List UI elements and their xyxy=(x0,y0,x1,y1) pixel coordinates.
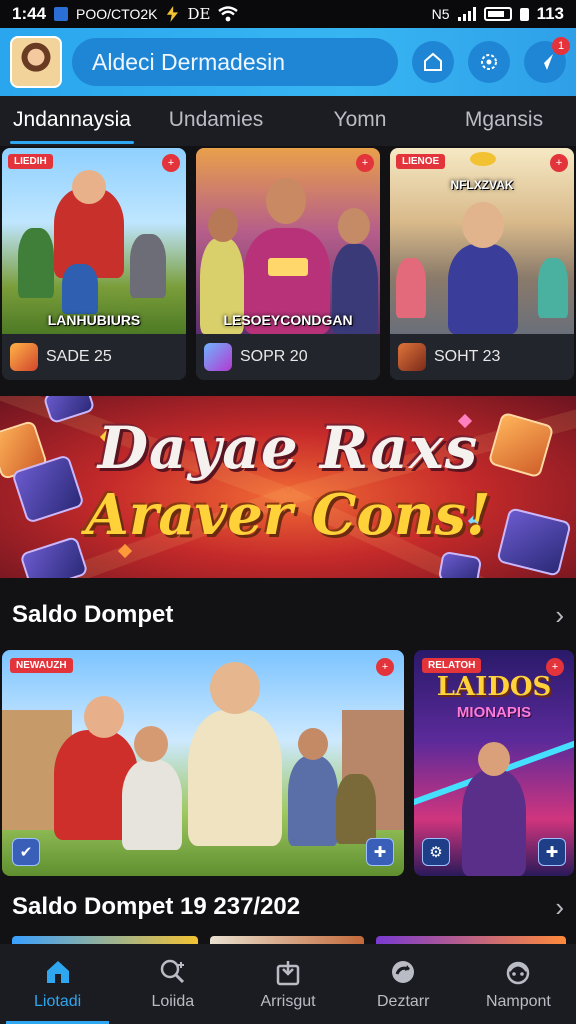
nav-item-bag[interactable]: Arrisgut xyxy=(230,944,345,1024)
featured-tag: RELATOH xyxy=(422,658,482,673)
bottom-nav: Liotadi Loiida Arrisgut Deztarr Nampont xyxy=(0,944,576,1024)
avatar[interactable] xyxy=(10,36,62,88)
banner-headline: Dayae Raxs xyxy=(97,414,479,482)
game-card[interactable]: LIENOE + NFLXZVAK SOHT 23 xyxy=(390,148,574,380)
plus-icon: + xyxy=(356,154,374,172)
status-network: N5 xyxy=(431,6,450,22)
nav-item-refresh[interactable]: Deztarr xyxy=(346,944,461,1024)
expand-button[interactable]: ✚ xyxy=(538,838,566,866)
nav-label: Arrisgut xyxy=(260,993,316,1010)
game-title: NFLXZVAK xyxy=(450,178,514,192)
featured-card[interactable]: RELATOH + LAIDOS MIONAPIS ⚙ ✚ xyxy=(414,650,574,876)
section-header[interactable]: Saldo Dompet 19 237/202 › xyxy=(0,882,576,932)
home-icon xyxy=(46,961,69,983)
home-outline-icon xyxy=(424,52,442,71)
game-art xyxy=(2,148,186,334)
game-footer: SOPR 20 xyxy=(196,334,380,380)
chevron-right-icon: › xyxy=(555,599,564,630)
status-time: 1:44 xyxy=(12,4,47,23)
game-title: LESOEYCONDGAN xyxy=(223,312,353,328)
nav-label: Liotadi xyxy=(34,993,82,1010)
home-button[interactable] xyxy=(412,41,454,83)
status-bar: 1:44 POO/CTO2K DE N5 113 xyxy=(0,0,576,28)
search-add-icon xyxy=(160,959,184,984)
featured-card[interactable]: NEWAUZH + ✔ ✚ xyxy=(2,650,404,876)
plus-icon: + xyxy=(550,154,568,172)
app-notification-icon xyxy=(54,7,69,21)
game-subtitle: SOPR 20 xyxy=(240,348,308,365)
search-text: Aldeci Dermadesin xyxy=(92,48,286,75)
chevron-right-icon: › xyxy=(555,891,564,922)
card-preview[interactable] xyxy=(210,936,364,944)
card-preview[interactable] xyxy=(376,936,566,944)
nav-label: Nampont xyxy=(485,993,551,1010)
status-extra: DE xyxy=(187,5,211,23)
featured-row: NEWAUZH + ✔ ✚ RELATOH + LAIDOS MIONAPIS … xyxy=(0,650,576,876)
game-tag: LIENOE xyxy=(396,154,446,169)
status-carrier: POO/CTO2K xyxy=(76,6,158,22)
section-title: Saldo Dompet xyxy=(12,601,174,628)
game-art xyxy=(196,148,380,334)
game-tag: LIEDIH xyxy=(8,154,53,169)
wifi-icon xyxy=(218,6,239,22)
nav-item-home[interactable]: Liotadi xyxy=(0,944,115,1024)
plus-icon: + xyxy=(162,154,180,172)
promo-banner[interactable]: Dayae Raxs Araver Cons! xyxy=(0,396,576,578)
game-thumbnail-icon xyxy=(10,343,38,371)
nav-item-search[interactable]: Loiida xyxy=(115,944,230,1024)
section-title: Saldo Dompet 19 237/202 xyxy=(12,893,301,920)
game-thumbnail-icon xyxy=(204,343,232,371)
expand-button[interactable]: ✚ xyxy=(366,838,394,866)
nav-label: Loiida xyxy=(151,993,195,1010)
bolt-icon xyxy=(166,6,179,22)
section-header[interactable]: Saldo Dompet › xyxy=(0,590,576,640)
sim-icon xyxy=(519,7,529,21)
battery-icon xyxy=(483,7,512,21)
search-input[interactable]: Aldeci Dermadesin xyxy=(72,38,398,86)
gear-icon xyxy=(481,54,497,70)
game-art xyxy=(390,148,574,334)
settings-button[interactable] xyxy=(468,41,510,83)
game-footer: SOHT 23 xyxy=(390,334,574,380)
notifications-button[interactable]: 1 xyxy=(524,37,570,83)
refresh-icon xyxy=(392,961,415,983)
game-card[interactable]: + LESOEYCONDGAN SOPR 20 xyxy=(196,148,380,380)
tab-jndannaysia[interactable]: Jndannaysia xyxy=(0,96,144,146)
app-header: Aldeci Dermadesin 1 xyxy=(0,28,576,96)
nav-item-support[interactable]: Nampont xyxy=(461,944,576,1024)
game-cards-row: LIEDIH + LANHUBIURS SADE 25 + LESOEYCOND… xyxy=(0,148,576,380)
featured-subtitle: MIONAPIS xyxy=(456,704,532,721)
tab-mgansis[interactable]: Mgansis xyxy=(432,96,576,146)
game-thumbnail-icon xyxy=(398,343,426,371)
bag-icon xyxy=(276,961,300,986)
game-title: LANHUBIURS xyxy=(47,312,141,328)
status-battery-level: 113 xyxy=(536,4,564,23)
card-preview[interactable] xyxy=(12,936,198,944)
game-footer: SADE 25 xyxy=(2,334,186,380)
category-tabs: Jndannaysia Undamies Yomn Mgansis xyxy=(0,96,576,146)
bookmark-button[interactable]: ✔ xyxy=(12,838,40,866)
featured-title: LAIDOS xyxy=(436,672,552,702)
tab-yomn[interactable]: Yomn xyxy=(288,96,432,146)
game-subtitle: SADE 25 xyxy=(46,348,112,365)
bookmark-button[interactable]: ⚙ xyxy=(422,838,450,866)
card-tile-icon xyxy=(437,550,483,578)
nav-label: Deztarr xyxy=(376,993,430,1010)
game-subtitle: SOHT 23 xyxy=(434,348,501,365)
notification-badge: 1 xyxy=(552,37,570,55)
game-card[interactable]: LIEDIH + LANHUBIURS SADE 25 xyxy=(2,148,186,380)
tab-undamies[interactable]: Undamies xyxy=(144,96,288,146)
signal-icon xyxy=(457,7,476,21)
banner-subheadline: Araver Cons! xyxy=(85,482,491,548)
send-icon xyxy=(537,54,553,70)
featured-tag: NEWAUZH xyxy=(10,658,73,673)
plus-icon: + xyxy=(376,658,394,676)
support-icon xyxy=(507,961,530,985)
